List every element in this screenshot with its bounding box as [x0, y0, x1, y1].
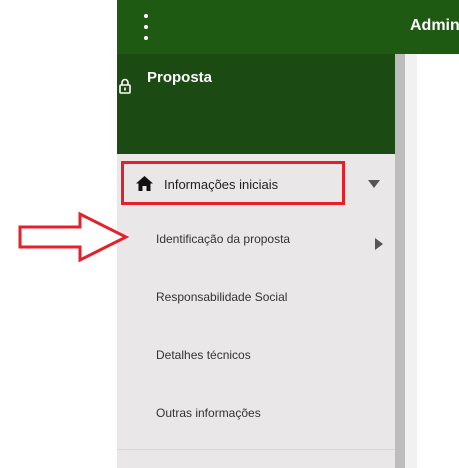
chevron-down-icon[interactable] — [368, 180, 380, 188]
sidebar-divider — [117, 449, 395, 450]
app-title: Admin — [410, 17, 459, 34]
home-icon — [136, 176, 153, 191]
sidebar-item-outras-informacoes[interactable]: Outras informações — [156, 406, 261, 420]
content-panel — [405, 54, 417, 468]
top-bar: Admin — [117, 0, 459, 54]
lock-icon — [119, 78, 131, 94]
chevron-right-icon[interactable] — [375, 238, 383, 250]
outline-arrow-right-icon — [18, 211, 130, 263]
page-title: Proposta — [147, 69, 213, 86]
sidebar-item-identificacao-da-proposta[interactable]: Identificação da proposta — [156, 232, 290, 246]
sidebar-item-responsabilidade-social[interactable]: Responsabilidade Social — [156, 290, 287, 304]
scrollbar[interactable] — [395, 54, 405, 468]
sidebar-item-detalhes-tecnicos[interactable]: Detalhes técnicos — [156, 348, 251, 362]
sidebar-section-informacoes-iniciais[interactable]: Informações iniciais — [164, 177, 278, 192]
kebab-menu-icon[interactable] — [141, 14, 151, 40]
